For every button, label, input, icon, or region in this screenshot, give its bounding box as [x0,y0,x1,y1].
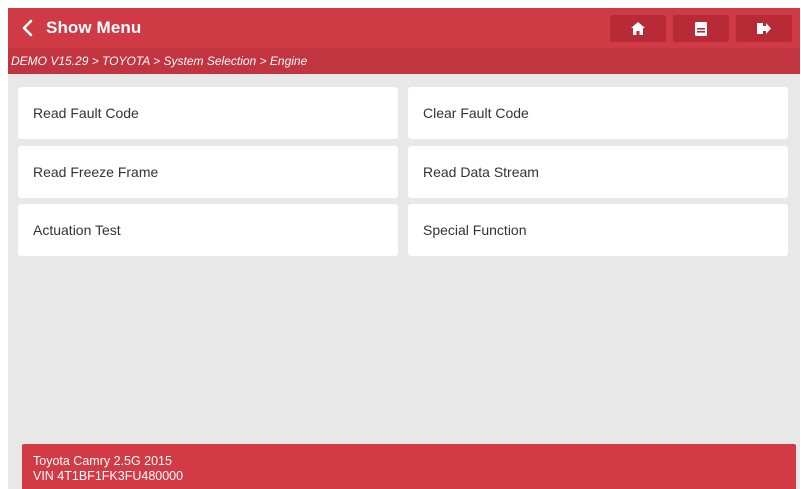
home-icon [631,22,645,35]
toolbar-actions [610,15,792,42]
print-button[interactable] [673,15,729,42]
menu-item-read-data-stream[interactable]: Read Data Stream [408,146,788,198]
menu-item-clear-fault-code[interactable]: Clear Fault Code [408,87,788,139]
menu-item-label: Actuation Test [33,222,121,238]
menu-item-label: Read Fault Code [33,105,139,121]
menu-item-label: Clear Fault Code [423,105,529,121]
breadcrumb: DEMO V15.29 > TOYOTA > System Selection … [8,48,800,74]
print-icon [695,21,707,36]
back-button[interactable] [8,8,46,48]
page-title: Show Menu [46,18,142,37]
chevron-left-icon [22,19,33,37]
menu-item-read-fault-code[interactable]: Read Fault Code [18,87,398,139]
menu-item-actuation-test[interactable]: Actuation Test [18,204,398,256]
app-screen: Show Menu DEMO V15.29 > TOYOTA > System … [8,8,800,489]
top-bar: Show Menu [8,8,800,48]
exit-icon [757,23,771,34]
vehicle-vin: VIN 4T1BF1FK3FU480000 [33,469,184,483]
menu-item-label: Special Function [423,222,527,238]
vehicle-info-bar: Toyota Camry 2.5G 2015 VIN 4T1BF1FK3FU48… [22,444,796,489]
menu-item-special-function[interactable]: Special Function [408,204,788,256]
home-button[interactable] [610,15,666,42]
menu-item-read-freeze-frame[interactable]: Read Freeze Frame [18,146,398,198]
vehicle-model: Toyota Camry 2.5G 2015 [33,454,172,468]
menu-item-label: Read Data Stream [423,164,539,180]
menu-item-label: Read Freeze Frame [33,164,159,180]
exit-button[interactable] [736,15,792,42]
